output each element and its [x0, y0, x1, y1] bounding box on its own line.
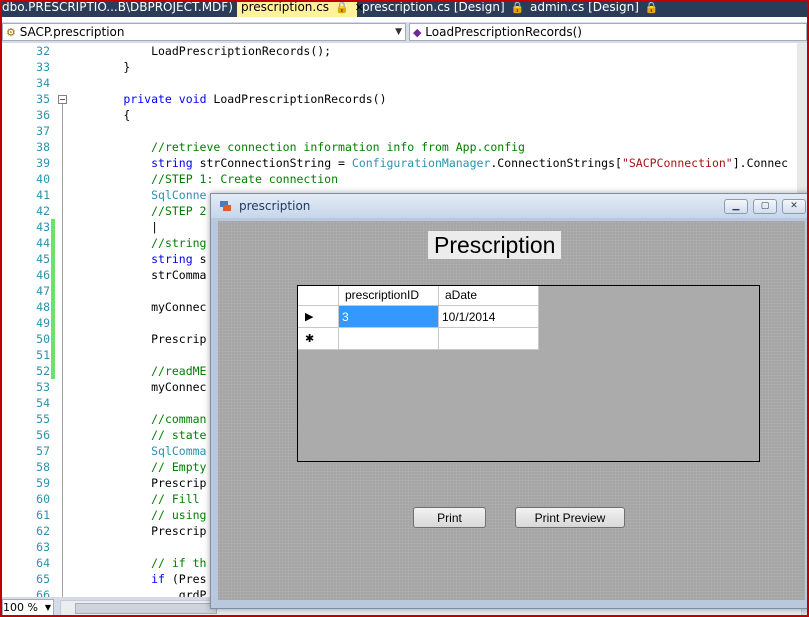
screenshot-border: [0, 0, 809, 617]
